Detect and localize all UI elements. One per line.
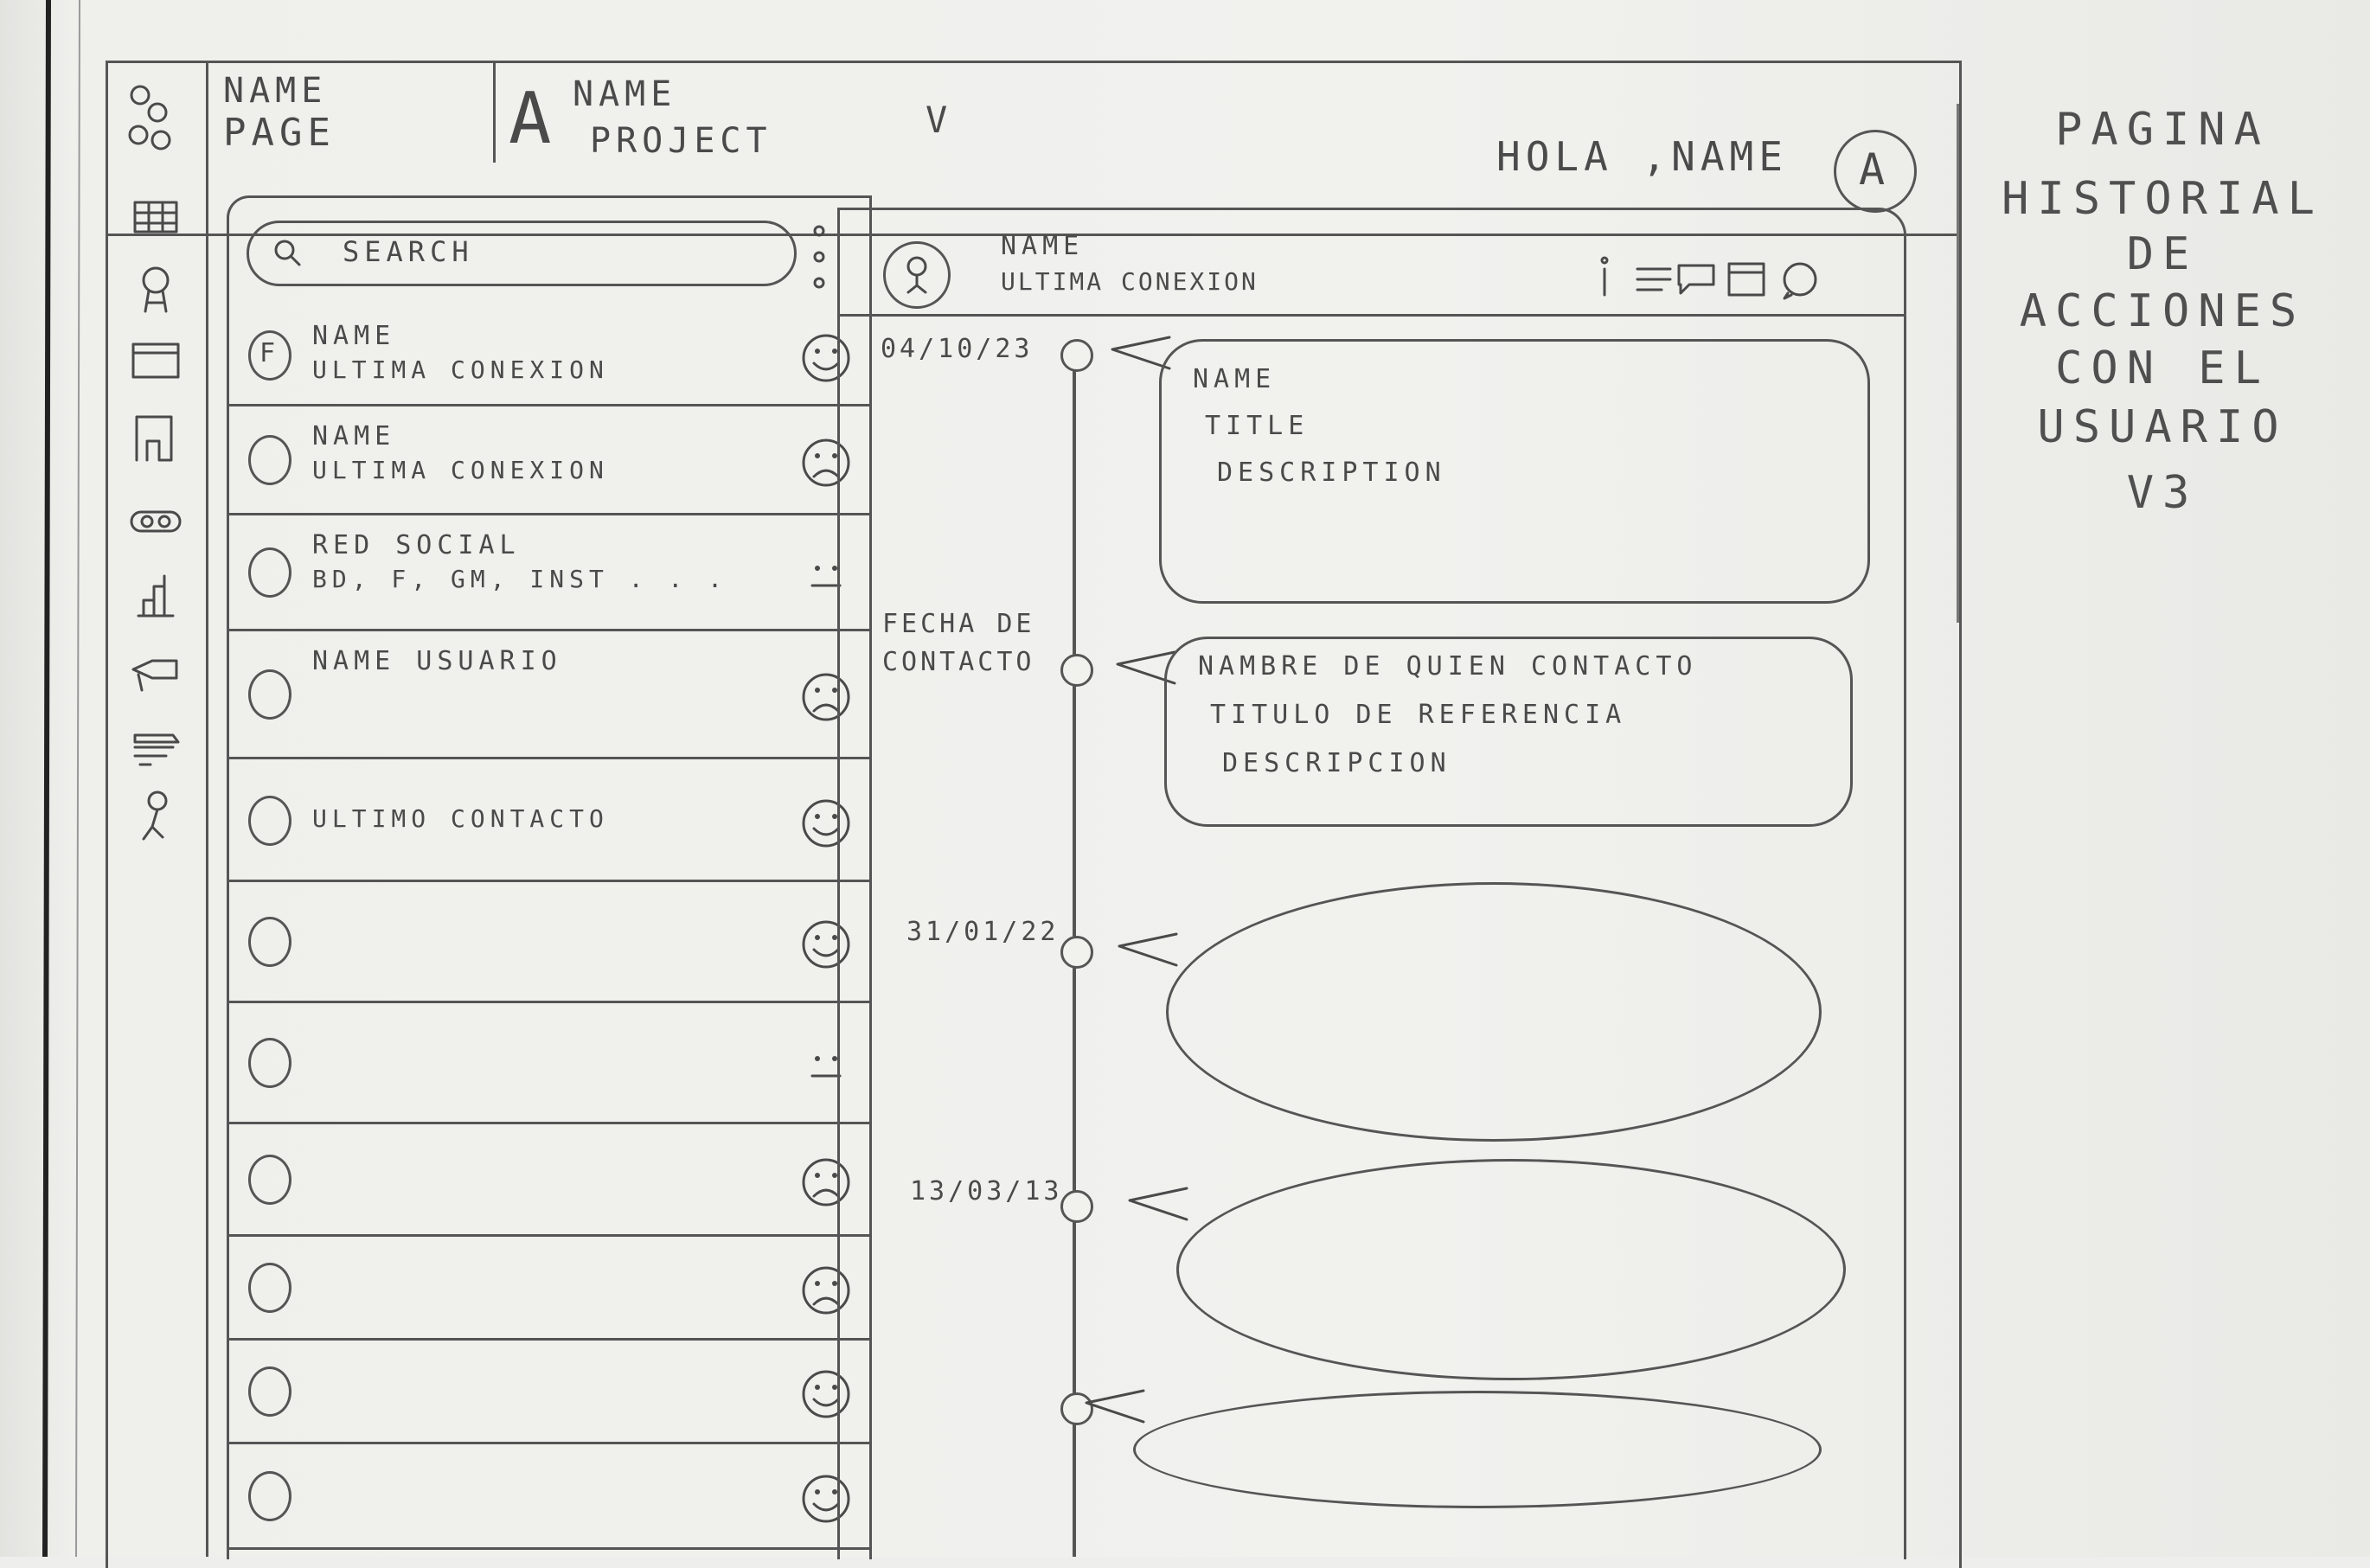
list-icon[interactable] bbox=[1636, 267, 1672, 291]
side-note: PAGINA HISTORIAL DE ACCIONES CON EL USUA… bbox=[1981, 104, 2344, 519]
contact-avatar bbox=[248, 1366, 291, 1417]
bubble-tail bbox=[1085, 1389, 1145, 1424]
contact-name: RED SOCIAL bbox=[312, 530, 521, 560]
contact-subtitle: ULTIMO CONTACTO bbox=[312, 804, 609, 833]
contact-row[interactable] bbox=[229, 1340, 869, 1444]
calendar-icon[interactable] bbox=[1727, 262, 1765, 297]
contact-subtitle: ULTIMA CONEXION bbox=[312, 355, 609, 384]
notebook-margin bbox=[42, 0, 80, 1557]
detail-last-connection: ULTIMA CONEXION bbox=[1001, 267, 1259, 296]
chat-icon[interactable] bbox=[1677, 264, 1715, 295]
chart-icon[interactable] bbox=[128, 567, 183, 623]
history-entry-bubble[interactable] bbox=[1133, 1391, 1822, 1508]
entry-description: DESCRIPCION bbox=[1222, 748, 1451, 778]
contact-avatar bbox=[248, 547, 291, 598]
contact-avatar bbox=[248, 796, 291, 846]
detail-avatar[interactable] bbox=[883, 241, 951, 309]
entry-title: TITULO DE REFERENCIA bbox=[1210, 700, 1627, 730]
door-icon[interactable] bbox=[128, 410, 183, 465]
window-icon[interactable] bbox=[128, 332, 183, 387]
grid-icon[interactable] bbox=[128, 190, 183, 246]
contact-row[interactable] bbox=[229, 1123, 869, 1237]
megaphone-icon[interactable] bbox=[128, 640, 183, 695]
sidebar bbox=[106, 61, 208, 1557]
contact-avatar bbox=[248, 1471, 291, 1521]
search-icon bbox=[274, 240, 301, 266]
contact-row[interactable]: F NAME ULTIMA CONEXION bbox=[229, 305, 869, 406]
contact-name: NAME USUARIO bbox=[312, 646, 562, 676]
entry-title: TITLE bbox=[1205, 411, 1310, 441]
stack-icon[interactable] bbox=[128, 718, 183, 773]
side-note-line: V3 bbox=[2126, 467, 2199, 519]
person-icon bbox=[906, 256, 927, 294]
contact-row[interactable] bbox=[229, 881, 869, 1003]
timeline-date: 31/01/22 bbox=[906, 917, 1060, 947]
side-note-line: ACCIONES bbox=[2019, 285, 2306, 337]
timeline-node[interactable] bbox=[1060, 339, 1093, 372]
project-name-2[interactable]: PROJECT bbox=[590, 121, 772, 161]
side-note-line: DE bbox=[2126, 228, 2199, 280]
search-input[interactable]: SEARCH bbox=[343, 235, 474, 268]
detail-name: NAME bbox=[1001, 231, 1085, 261]
contact-row[interactable]: RED SOCIAL BD, F, GM, Inst . . . bbox=[229, 515, 869, 631]
side-note-line: USUARIO bbox=[2037, 401, 2288, 453]
contact-row[interactable]: NAME USUARIO bbox=[229, 630, 869, 759]
pin-icon[interactable] bbox=[128, 261, 183, 317]
contact-avatar-letter: F bbox=[259, 338, 276, 368]
contact-avatar bbox=[248, 1155, 291, 1205]
user-avatar-letter: A bbox=[1859, 144, 1886, 195]
project-dropdown-chevron-icon[interactable]: V bbox=[926, 99, 952, 141]
detail-header: NAME ULTIMA CONEXION bbox=[840, 210, 1904, 317]
person-icon[interactable] bbox=[128, 789, 183, 844]
history-entry-bubble[interactable] bbox=[1166, 882, 1822, 1142]
greeting-text: HOLA ,NAME bbox=[1496, 133, 1788, 180]
side-note-line: CON EL bbox=[2055, 342, 2270, 394]
side-note-line: HISTORIAL bbox=[2002, 173, 2323, 225]
contact-row[interactable] bbox=[229, 1443, 869, 1550]
contact-subtitle: ULTIMA CONEXION bbox=[312, 456, 609, 484]
contact-name: NAME bbox=[312, 321, 396, 351]
contact-row[interactable] bbox=[229, 1236, 869, 1341]
contact-avatar bbox=[248, 1263, 291, 1313]
contact-row[interactable]: ULTIMO CONTACTO bbox=[229, 760, 869, 882]
history-entry-bubble[interactable]: NAMBRE DE QUIEN CONTACTO TITULO DE REFERE… bbox=[1164, 637, 1853, 827]
link-icon[interactable] bbox=[128, 493, 183, 548]
project-name[interactable]: NAME bbox=[573, 74, 676, 114]
whatsapp-icon[interactable] bbox=[1783, 262, 1817, 300]
page-name-label: NAME bbox=[223, 71, 328, 111]
contact-avatar bbox=[248, 1038, 291, 1088]
contact-list-panel: SEARCH F NAME ULTIMA CONEXION NAME ULTIMA CO… bbox=[227, 195, 872, 1559]
timeline-node[interactable] bbox=[1060, 654, 1093, 687]
contact-row[interactable]: NAME ULTIMA CONEXION bbox=[229, 406, 869, 515]
entry-author: NAME bbox=[1193, 364, 1277, 394]
timeline-date: FECHA DE CONTACTO bbox=[882, 609, 1035, 677]
divider bbox=[493, 61, 496, 163]
project-letter-icon: A bbox=[509, 78, 552, 160]
contact-subtitle: BD, F, GM, Inst . . . bbox=[312, 565, 728, 593]
info-icon[interactable] bbox=[1600, 256, 1609, 297]
timeline-date: 04/10/23 bbox=[881, 334, 1034, 364]
search-bar[interactable]: SEARCH bbox=[247, 221, 797, 286]
margin-rule bbox=[1957, 104, 1959, 623]
history-entry-bubble[interactable] bbox=[1176, 1159, 1846, 1380]
history-entry-bubble[interactable]: NAME TITLE DESCRIPTION bbox=[1159, 339, 1870, 604]
bubble-tail bbox=[1128, 1187, 1188, 1221]
contact-avatar: F bbox=[248, 330, 291, 381]
contact-avatar bbox=[248, 669, 291, 720]
timeline-date: 13/03/13 bbox=[910, 1176, 1063, 1206]
entry-description: DESCRIPTION bbox=[1217, 458, 1446, 488]
timeline-node[interactable] bbox=[1060, 936, 1093, 969]
contact-avatar bbox=[248, 435, 291, 485]
contact-avatar bbox=[248, 917, 291, 967]
entry-author: NAMBRE DE QUIEN CONTACTO bbox=[1198, 651, 1698, 682]
detail-toolbar bbox=[1600, 256, 1817, 300]
user-avatar[interactable]: A bbox=[1834, 130, 1917, 213]
contact-row[interactable] bbox=[229, 1002, 869, 1124]
page-name-label-2: PAGE bbox=[223, 111, 336, 155]
bubble-tail bbox=[1118, 932, 1178, 967]
timeline-node[interactable] bbox=[1060, 1190, 1093, 1223]
contact-name: NAME bbox=[312, 421, 396, 451]
side-note-line: PAGINA bbox=[2055, 104, 2270, 156]
more-options-icon[interactable] bbox=[810, 224, 828, 290]
